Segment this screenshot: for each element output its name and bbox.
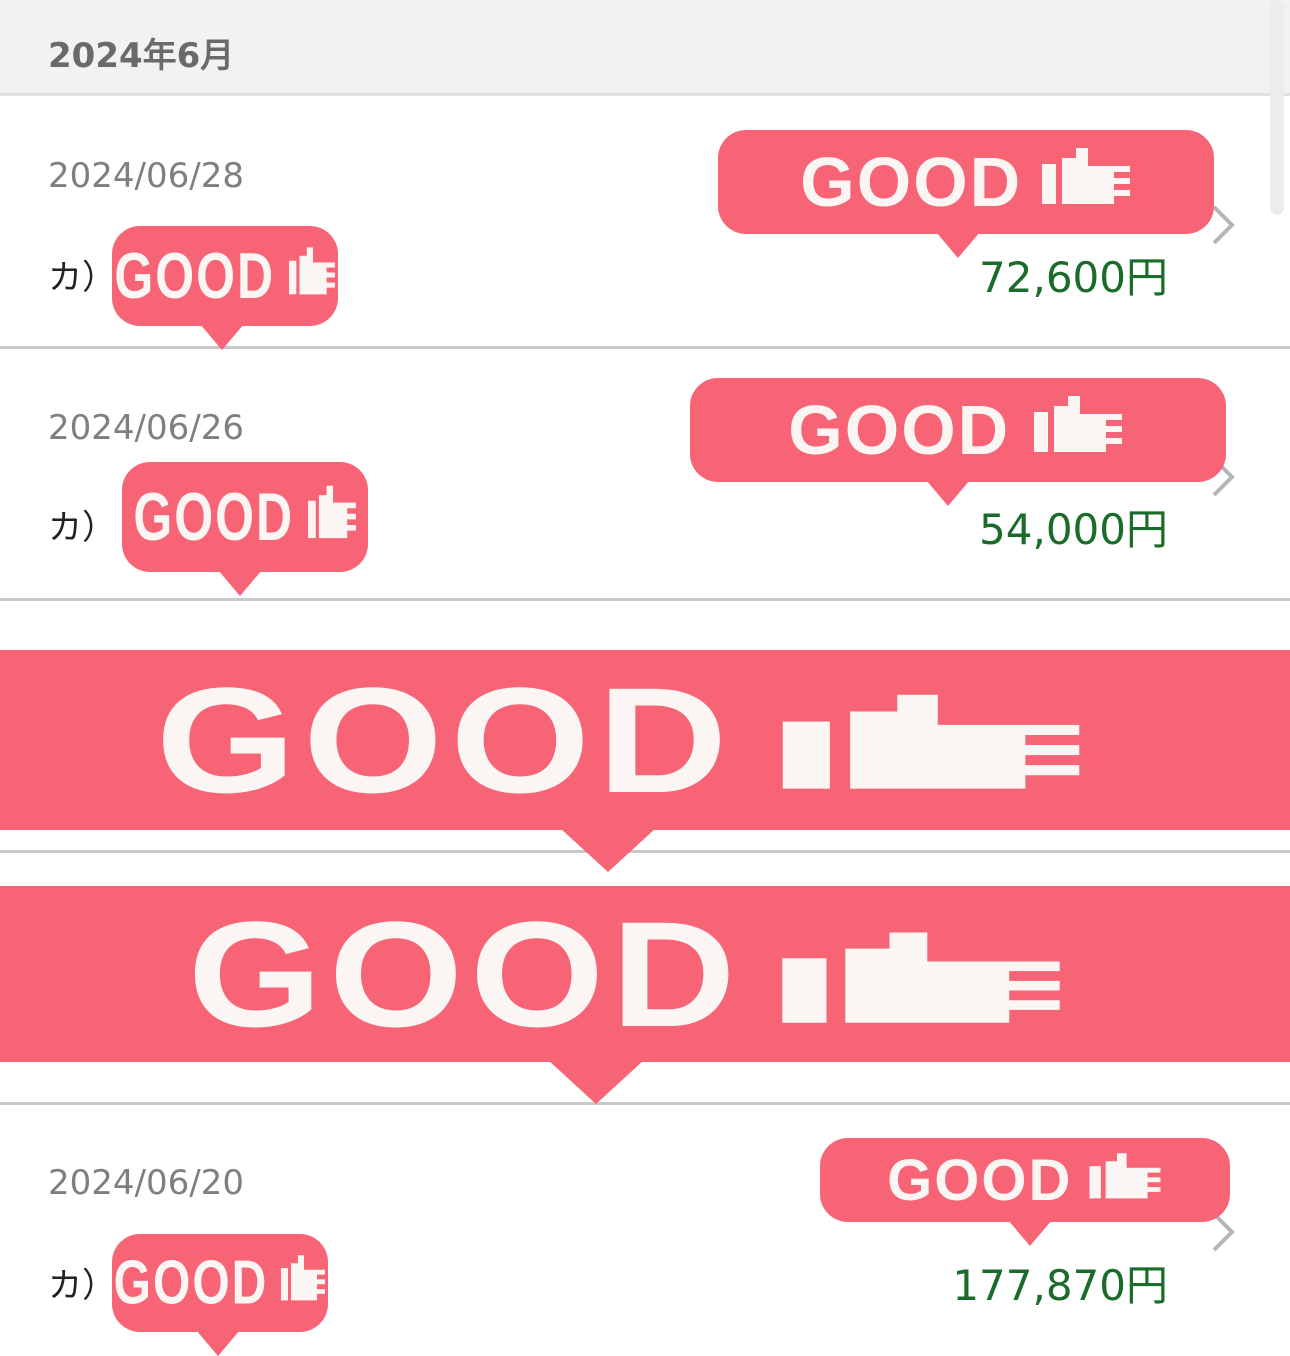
good-sticker: GOOD [112,1234,328,1356]
row-divider [0,598,1290,601]
month-label: 2024年6月 [48,36,235,76]
good-sticker: GOOD [690,378,1226,506]
row-divider [0,346,1290,349]
row-divider [0,1102,1290,1105]
sticker-text: GOOD [788,391,1011,469]
transaction-payee: カ） [48,258,116,298]
sticker-text: GOOD [133,479,295,555]
thumbs-up-icon [776,654,1086,827]
thumbs-up-icon [1040,142,1132,222]
thumbs-up-icon [776,888,1066,1061]
sticker-text: GOOD [155,655,735,824]
scrollbar[interactable] [1270,0,1284,215]
sticker-text: GOOD [887,1147,1073,1213]
transaction-amount: 72,600円 [979,253,1168,302]
transaction-amount: 177,870円 [952,1261,1168,1310]
good-sticker: GOOD [820,1138,1230,1246]
sticker-text: GOOD [800,143,1023,221]
good-sticker: GOOD [122,462,368,596]
transaction-date: 2024/06/20 [48,1163,244,1203]
good-sticker: GOOD [718,130,1214,258]
good-sticker: GOOD [0,886,1290,1104]
sticker-text: GOOD [114,239,276,313]
good-sticker: GOOD [0,650,1290,872]
transaction-date: 2024/06/26 [48,408,244,448]
transaction-date: 2024/06/28 [48,156,244,196]
thumbs-up-icon [280,1252,326,1314]
good-sticker: GOOD [112,226,338,350]
transaction-payee: カ） [48,1266,116,1306]
thumbs-up-icon [307,482,357,552]
transaction-payee: カ） [48,508,116,548]
thumbs-up-icon [1028,390,1128,470]
sticker-text: GOOD [187,889,743,1058]
transaction-amount: 54,000円 [979,505,1168,554]
month-header: 2024年6月 [0,0,1290,96]
thumbs-up-icon [1087,1147,1163,1214]
sticker-text: GOOD [113,1248,269,1318]
thumbs-up-icon [288,244,336,308]
